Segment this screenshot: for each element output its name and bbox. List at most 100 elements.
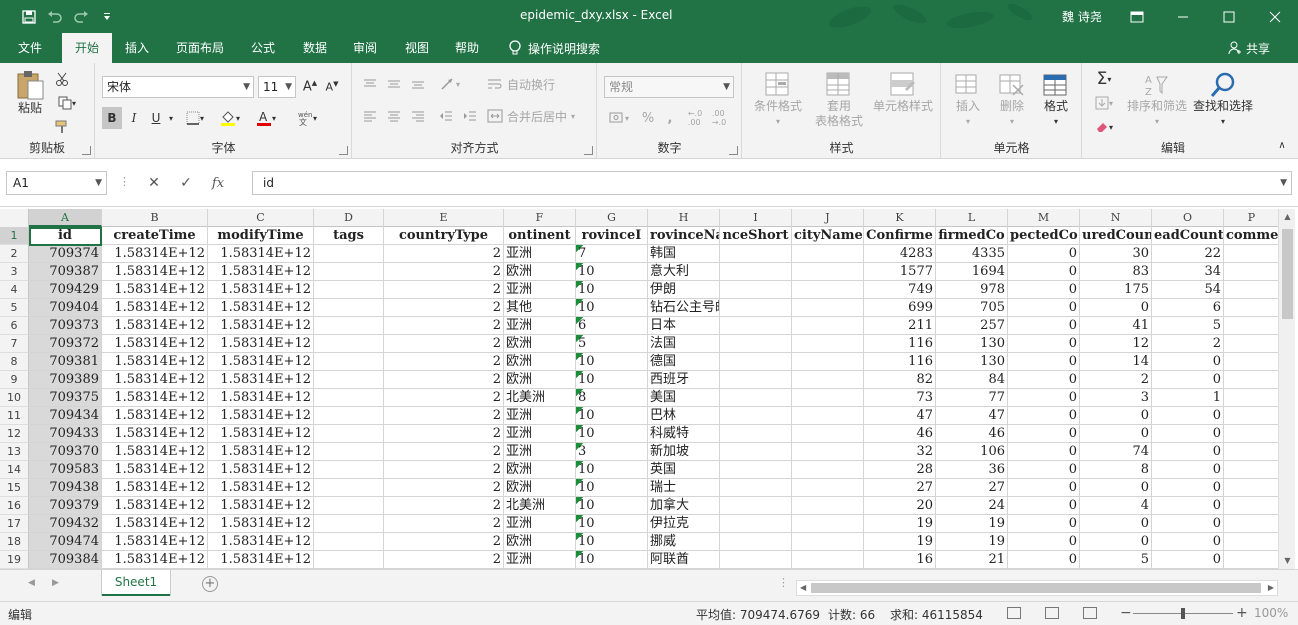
grid-cell[interactable]: 3: [1080, 389, 1152, 407]
grid-cell[interactable]: [792, 497, 864, 515]
grid-cell[interactable]: 新加坡: [648, 443, 720, 461]
grid-cell[interactable]: 0: [1080, 479, 1152, 497]
grid-cell[interactable]: [314, 371, 384, 389]
grid-cell[interactable]: 709374: [29, 245, 102, 263]
grid-cell[interactable]: 709379: [29, 497, 102, 515]
vertical-scrollbar[interactable]: ▲ ▼: [1278, 209, 1295, 569]
grid-cell[interactable]: 1.58314E+12: [208, 479, 314, 497]
grid-cell[interactable]: [314, 317, 384, 335]
grid-cell[interactable]: 1.58314E+12: [102, 245, 208, 263]
grid-cell[interactable]: [720, 281, 792, 299]
grid-cell[interactable]: 北美洲: [504, 497, 576, 515]
row-header[interactable]: 10: [0, 389, 29, 407]
grid-cell[interactable]: 106: [936, 443, 1008, 461]
grid-cell[interactable]: 0: [1008, 263, 1080, 281]
grid-cell[interactable]: 1694: [936, 263, 1008, 281]
grid-cell[interactable]: 10: [576, 371, 648, 389]
name-box[interactable]: A1 ▼: [6, 171, 107, 195]
grid-cell[interactable]: [720, 335, 792, 353]
tell-me-search[interactable]: 操作说明搜索: [508, 33, 600, 63]
copy-button[interactable]: ▾: [52, 93, 82, 113]
row-header[interactable]: 16: [0, 497, 29, 515]
column-title-cell[interactable]: Confirme: [864, 227, 936, 245]
grid-cell[interactable]: [720, 551, 792, 569]
grid-cell[interactable]: 10: [576, 533, 648, 551]
grid-cell[interactable]: 亚洲: [504, 515, 576, 533]
font-launcher[interactable]: [339, 146, 348, 155]
cancel-entry-button[interactable]: ✕: [138, 175, 170, 191]
row-header[interactable]: 3: [0, 263, 29, 281]
grid-cell[interactable]: [314, 353, 384, 371]
column-header-m[interactable]: M: [1008, 209, 1080, 227]
grid-cell[interactable]: 2: [1080, 371, 1152, 389]
grid-cell[interactable]: 1.58314E+12: [208, 281, 314, 299]
grid-cell[interactable]: 10: [576, 281, 648, 299]
grid-cell[interactable]: [720, 389, 792, 407]
merge-center-button[interactable]: 合并后居中 ▾: [487, 105, 591, 127]
grid-cell[interactable]: 10: [576, 263, 648, 281]
grid-cell[interactable]: 0: [1152, 497, 1224, 515]
prev-sheet-button[interactable]: ◀: [28, 578, 35, 588]
grid-cell[interactable]: 西班牙: [648, 371, 720, 389]
font-color-button[interactable]: A ▾: [250, 107, 282, 129]
decrease-indent-button[interactable]: [435, 105, 457, 127]
column-title-cell[interactable]: cityName: [792, 227, 864, 245]
grid-cell[interactable]: 175: [1080, 281, 1152, 299]
grid-cell[interactable]: [792, 515, 864, 533]
undo-button[interactable]: [42, 4, 68, 30]
align-left-button[interactable]: [359, 105, 381, 127]
grid-cell[interactable]: 美国: [648, 389, 720, 407]
grid-cell[interactable]: 709387: [29, 263, 102, 281]
grid-cell[interactable]: [1224, 461, 1278, 479]
grid-cell[interactable]: 24: [936, 497, 1008, 515]
grid-cell[interactable]: 32: [864, 443, 936, 461]
confirm-entry-button[interactable]: ✓: [170, 175, 202, 191]
grid-cell[interactable]: 709433: [29, 425, 102, 443]
grid-cell[interactable]: 211: [864, 317, 936, 335]
grid-cell[interactable]: 0: [1008, 551, 1080, 569]
count-status[interactable]: 计数: 66: [828, 606, 875, 623]
grid-cell[interactable]: [1224, 317, 1278, 335]
grid-cell[interactable]: 0: [1152, 461, 1224, 479]
grid-cell[interactable]: [720, 461, 792, 479]
average-status[interactable]: 平均值: 709474.6769: [696, 606, 820, 623]
grid-cell[interactable]: 5: [1152, 317, 1224, 335]
grid-cell[interactable]: 130: [936, 335, 1008, 353]
column-title-cell[interactable]: tags: [314, 227, 384, 245]
column-title-cell[interactable]: nceShort: [720, 227, 792, 245]
grid-cell[interactable]: 1.58314E+12: [102, 443, 208, 461]
grid-cell[interactable]: 意大利: [648, 263, 720, 281]
grid-cell[interactable]: 749: [864, 281, 936, 299]
grid-cell[interactable]: 21: [936, 551, 1008, 569]
column-title-cell[interactable]: id: [29, 227, 102, 245]
scroll-up-button[interactable]: ▲: [1279, 209, 1296, 225]
grid-cell[interactable]: [792, 371, 864, 389]
comma-style-button[interactable]: ,: [660, 107, 680, 129]
number-launcher[interactable]: [729, 146, 738, 155]
row-header[interactable]: 4: [0, 281, 29, 299]
tab-split-handle-icon[interactable]: ⋮: [778, 576, 789, 589]
increase-decimal-button[interactable]: ←.0.00: [684, 107, 706, 129]
grid-cell[interactable]: [792, 461, 864, 479]
sum-status[interactable]: 求和: 46115854: [890, 606, 983, 623]
grid-cell[interactable]: 74: [1080, 443, 1152, 461]
grid-cell[interactable]: [314, 461, 384, 479]
normal-view-button[interactable]: [1007, 607, 1021, 619]
grid-cell[interactable]: 德国: [648, 353, 720, 371]
collapse-ribbon-button[interactable]: ∧: [1274, 137, 1290, 153]
customize-qat-button[interactable]: [94, 4, 120, 30]
grid-cell[interactable]: 10: [576, 515, 648, 533]
grid-cell[interactable]: [314, 299, 384, 317]
grid-cell[interactable]: [1224, 389, 1278, 407]
grid-cell[interactable]: [1224, 425, 1278, 443]
grid-cell[interactable]: [720, 299, 792, 317]
grid-cell[interactable]: 2: [384, 443, 504, 461]
grid-cell[interactable]: 20: [864, 497, 936, 515]
grid-cell[interactable]: 709438: [29, 479, 102, 497]
grid-cell[interactable]: [1224, 299, 1278, 317]
grid-cell[interactable]: 709389: [29, 371, 102, 389]
grid-cell[interactable]: 7: [576, 245, 648, 263]
align-bottom-button[interactable]: [407, 73, 429, 95]
grid-cell[interactable]: 英国: [648, 461, 720, 479]
grid-cell[interactable]: [314, 479, 384, 497]
